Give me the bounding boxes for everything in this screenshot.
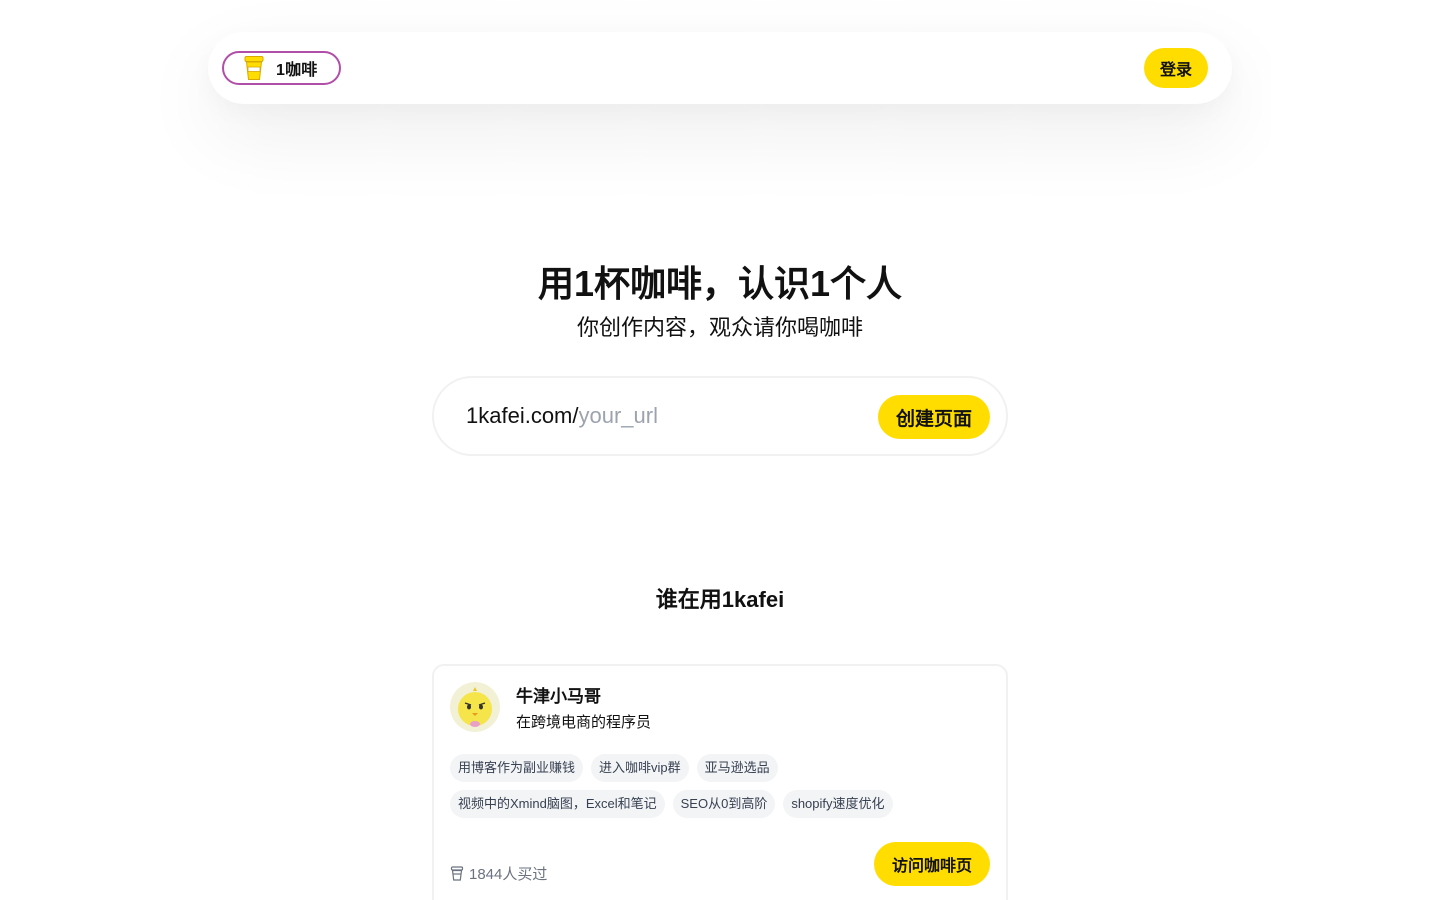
url-form: 1kafei.com/ 创建页面 xyxy=(432,376,1008,456)
url-prefix: 1kafei.com/ xyxy=(466,403,579,428)
tag[interactable]: shopify速度优化 xyxy=(783,790,893,818)
tag[interactable]: 用博客作为副业赚钱 xyxy=(450,754,584,782)
url-input[interactable] xyxy=(578,403,849,429)
create-page-button[interactable]: 创建页面 xyxy=(878,395,990,439)
tag-list: 用博客作为副业赚钱 进入咖啡vip群 亚马逊选品 视频中的Xmind脑图，Exc… xyxy=(450,754,990,826)
tag[interactable]: 视频中的Xmind脑图，Excel和笔记 xyxy=(450,790,665,818)
coffee-cup-icon xyxy=(244,56,264,80)
avatar[interactable] xyxy=(450,682,500,732)
logo-link[interactable]: 1咖啡 xyxy=(222,51,341,85)
tag[interactable]: 亚马逊选品 xyxy=(696,754,778,782)
page: 1咖啡 登录 用1杯咖啡，认识1个人 你创作内容，观众请你喝咖啡 1kafei.… xyxy=(0,0,1440,900)
tag[interactable]: 进入咖啡vip群 xyxy=(591,754,689,782)
visit-coffee-page-button[interactable]: 访问咖啡页 xyxy=(874,842,990,886)
tag[interactable]: SEO从0到高阶 xyxy=(672,790,776,818)
hero-title: 用1杯咖啡，认识1个人 xyxy=(537,263,903,304)
tag-row: 视频中的Xmind脑图，Excel和笔记 SEO从0到高阶 shopify速度优… xyxy=(450,790,990,818)
creator-card: 牛津小马哥 在跨境电商的程序员 用博客作为副业赚钱 进入咖啡vip群 亚马逊选品… xyxy=(432,664,1008,900)
hero-subtitle: 你创作内容，观众请你喝咖啡 xyxy=(576,315,863,340)
creator-name: 牛津小马哥 xyxy=(516,687,601,706)
buyer-count-text: 1844人买过 xyxy=(469,866,548,883)
showcase-title: 谁在用1kafei xyxy=(655,587,785,612)
login-button[interactable]: 登录 xyxy=(1144,48,1208,88)
coffee-cup-icon xyxy=(450,866,464,881)
buyer-count: 1844人买过 xyxy=(450,863,547,884)
creator-description: 在跨境电商的程序员 xyxy=(516,714,652,731)
tag-row: 用博客作为副业赚钱 进入咖啡vip群 亚马逊选品 xyxy=(450,754,990,782)
logo-text: 1咖啡 xyxy=(276,62,318,79)
header-bar: 1咖啡 登录 xyxy=(208,32,1232,104)
yellow-chick-avatar-icon xyxy=(450,682,500,732)
